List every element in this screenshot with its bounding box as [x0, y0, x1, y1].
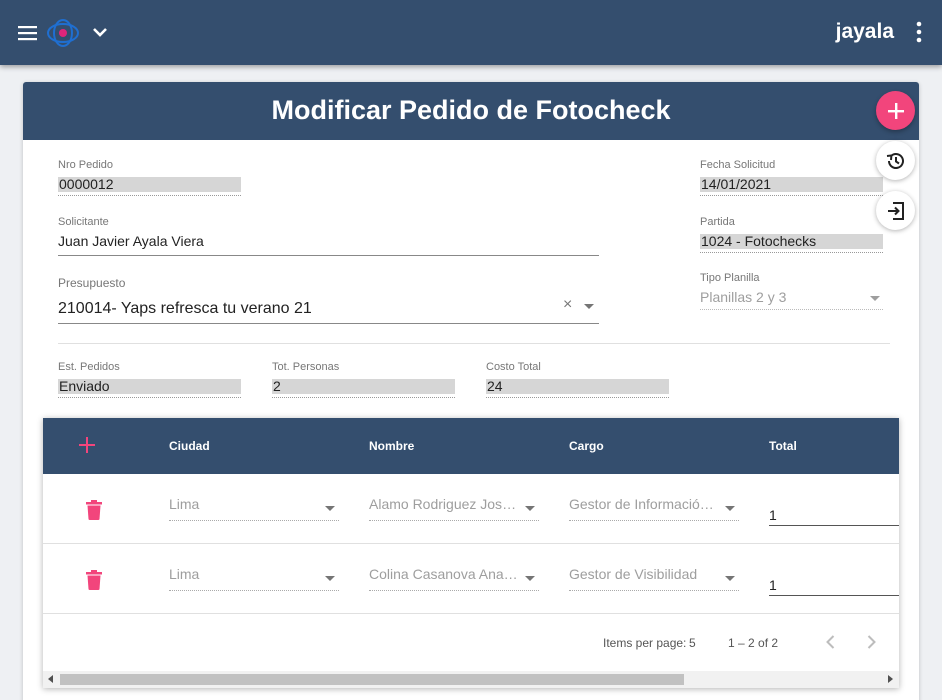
presupuesto-value: 210014- Yaps refresca tu verano 21	[58, 300, 312, 317]
table-header: Ciudad Nombre Cargo Total	[43, 418, 899, 474]
nombre-select[interactable]: Alamo Rodriguez Jose…	[369, 496, 539, 521]
solicitante-input[interactable]: Juan Javier Ayala Viera	[58, 234, 599, 249]
column-header-cargo[interactable]: Cargo	[569, 439, 604, 453]
ciudad-select[interactable]: Lima	[169, 496, 339, 521]
chevron-left-icon[interactable]	[821, 632, 841, 652]
table-row: Lima Alamo Rodriguez Jose… Gestor de Inf…	[43, 474, 899, 544]
page-range-label: 1 – 2 of 2	[728, 636, 779, 650]
more-vert-icon[interactable]	[914, 20, 924, 44]
presupuesto-label: Presupuesto	[58, 276, 126, 290]
add-fab-button[interactable]	[876, 91, 915, 130]
nombre-value: Alamo Rodriguez Jose…	[369, 496, 519, 512]
plus-icon	[887, 102, 904, 119]
est-pedidos-label: Est. Pedidos	[58, 361, 120, 373]
page-size-select[interactable]: 5	[689, 636, 696, 650]
costo-total-field: Costo Total 24	[486, 361, 669, 398]
column-header-total[interactable]: Total	[769, 439, 797, 453]
username[interactable]: jayala	[836, 20, 894, 44]
menu-icon[interactable]	[16, 22, 40, 44]
chevron-down-icon	[325, 576, 335, 581]
nombre-value: Colina Casanova Ana …	[369, 566, 519, 582]
fecha-solicitud-label: Fecha Solicitud	[700, 159, 776, 171]
column-header-nombre[interactable]: Nombre	[369, 439, 414, 453]
costo-total-label: Costo Total	[486, 361, 541, 373]
delete-icon[interactable]	[86, 500, 102, 520]
ciudad-value: Lima	[169, 566, 200, 582]
nro-pedido-field: Nro Pedido 0000012	[58, 159, 241, 196]
presupuesto-select[interactable]: Presupuesto 210014- Yaps refresca tu ver…	[58, 276, 599, 324]
tipo-planilla-select: Tipo Planilla Planillas 2 y 3	[700, 272, 883, 310]
divider	[58, 343, 890, 344]
solicitante-field[interactable]: Solicitante Juan Javier Ayala Viera	[58, 216, 599, 256]
history-icon	[886, 152, 904, 169]
cargo-value: Gestor de Visibilidad	[569, 566, 698, 582]
tot-personas-field: Tot. Personas 2	[272, 361, 455, 398]
add-row-icon[interactable]	[77, 435, 97, 455]
top-app-bar: jayala	[0, 0, 942, 65]
clear-icon[interactable]: ×	[563, 296, 572, 314]
partida-field: Partida 1024 - Fotochecks	[700, 216, 883, 253]
partida-label: Partida	[700, 216, 735, 228]
nro-pedido-label: Nro Pedido	[58, 159, 114, 171]
fecha-solicitud-field: Fecha Solicitud 14/01/2021	[700, 159, 883, 196]
fecha-solicitud-value: 14/01/2021	[700, 177, 883, 192]
history-button[interactable]	[876, 141, 915, 180]
nro-pedido-value: 0000012	[58, 177, 241, 192]
chevron-down-icon	[325, 506, 335, 511]
scroll-left-arrow-icon[interactable]	[48, 675, 53, 683]
chevron-down-icon	[525, 506, 535, 511]
items-per-page-label: Items per page:	[603, 636, 687, 650]
column-header-ciudad[interactable]: Ciudad	[169, 439, 210, 453]
tot-personas-label: Tot. Personas	[272, 361, 340, 373]
chevron-right-icon[interactable]	[861, 632, 881, 652]
cargo-value: Gestor de Información …	[569, 496, 719, 512]
cargo-select[interactable]: Gestor de Información …	[569, 496, 739, 521]
partida-value: 1024 - Fotochecks	[700, 234, 883, 249]
ciudad-value: Lima	[169, 496, 200, 512]
scrollbar-thumb[interactable]	[60, 674, 684, 685]
exit-button[interactable]	[876, 191, 915, 230]
logo-icon[interactable]	[46, 18, 80, 48]
delete-icon[interactable]	[86, 570, 102, 590]
scroll-right-arrow-icon[interactable]	[888, 675, 893, 683]
est-pedidos-value: Enviado	[58, 379, 241, 394]
cargo-select[interactable]: Gestor de Visibilidad	[569, 566, 739, 591]
total-input[interactable]: 1	[769, 504, 899, 526]
table-row: Lima Colina Casanova Ana … Gestor de Vis…	[43, 544, 899, 614]
tipo-planilla-value: Planillas 2 y 3	[700, 289, 787, 305]
chevron-down-icon[interactable]	[584, 304, 594, 309]
detail-table: Ciudad Nombre Cargo Total Lima Alamo Rod…	[43, 418, 899, 688]
chevron-down-icon	[725, 506, 735, 511]
tipo-planilla-label: Tipo Planilla	[700, 272, 760, 284]
total-input[interactable]: 1	[769, 574, 899, 596]
horizontal-scrollbar[interactable]	[43, 671, 899, 688]
ciudad-select[interactable]: Lima	[169, 566, 339, 591]
page-title: Modificar Pedido de Fotocheck	[271, 95, 671, 125]
chevron-down-icon	[725, 576, 735, 581]
tot-personas-value: 2	[272, 379, 455, 394]
chevron-down-icon[interactable]	[90, 22, 110, 42]
exit-to-app-icon	[887, 201, 904, 220]
card-header: Modificar Pedido de Fotocheck	[23, 82, 919, 140]
nombre-select[interactable]: Colina Casanova Ana …	[369, 566, 539, 591]
chevron-down-icon	[870, 296, 880, 301]
est-pedidos-field: Est. Pedidos Enviado	[58, 361, 241, 398]
chevron-down-icon	[525, 576, 535, 581]
costo-total-value: 24	[486, 379, 669, 394]
solicitante-label: Solicitante	[58, 216, 109, 228]
